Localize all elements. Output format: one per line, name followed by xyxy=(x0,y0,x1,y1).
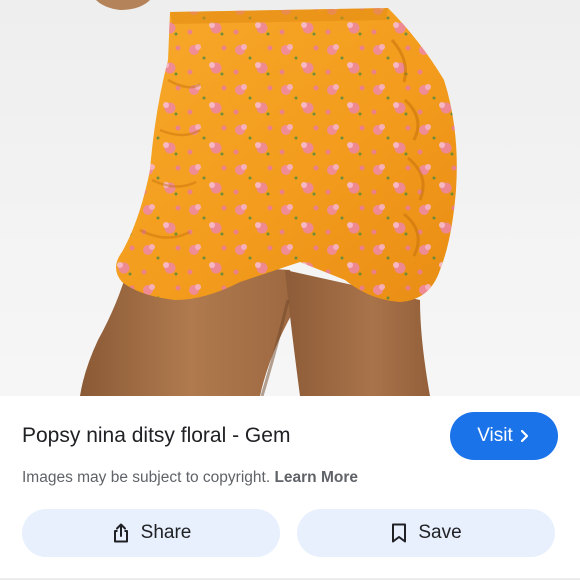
visit-button[interactable]: Visit xyxy=(450,412,558,460)
chevron-right-icon xyxy=(519,429,531,443)
product-image[interactable] xyxy=(0,0,580,396)
copyright-text: Images may be subject to copyright. xyxy=(22,469,271,486)
save-label: Save xyxy=(418,522,462,543)
share-label: Share xyxy=(140,522,192,543)
save-button[interactable]: Save xyxy=(297,509,555,557)
skirt-photo xyxy=(80,0,457,396)
copyright-notice: Images may be subject to copyright. Lear… xyxy=(22,468,358,488)
result-title[interactable]: Popsy nina ditsy floral - Gem xyxy=(22,421,290,451)
share-button[interactable]: Share xyxy=(22,509,280,557)
learn-more-link[interactable]: Learn More xyxy=(274,469,358,486)
image-result-screen: Popsy nina ditsy floral - Gem Visit Imag… xyxy=(0,0,580,580)
share-icon xyxy=(111,522,131,544)
bookmark-icon xyxy=(390,522,408,544)
visit-label: Visit xyxy=(477,425,513,446)
